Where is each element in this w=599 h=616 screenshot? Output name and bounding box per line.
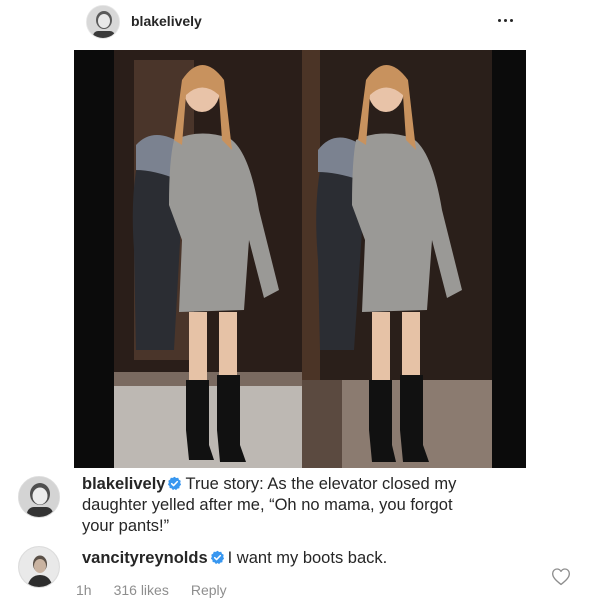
reply-button[interactable]: Reply — [191, 582, 227, 598]
caption-text: blakelively True story: As the elevator c… — [82, 474, 582, 537]
post-header: blakelively — [0, 0, 599, 46]
reply-username[interactable]: vancityreynolds — [82, 549, 208, 567]
reply-message: I want my boots back. — [227, 549, 388, 567]
reply-time: 1h — [76, 582, 92, 598]
caption-line-2: daughter yelled after me, “Oh no mama, y… — [82, 496, 453, 514]
heart-outline-icon[interactable] — [551, 567, 571, 586]
avatar[interactable] — [18, 546, 60, 588]
verified-badge-icon — [168, 476, 182, 491]
verified-badge-icon — [210, 550, 224, 565]
caption-username[interactable]: blakelively — [82, 475, 165, 493]
avatar[interactable] — [86, 5, 120, 39]
caption-comment: blakelively True story: As the elevator c… — [0, 470, 599, 535]
reply-text: vancityreynolds I want my boots back. — [82, 548, 522, 569]
more-horizontal-icon[interactable] — [494, 13, 516, 27]
reply-likes[interactable]: 316 likes — [114, 582, 169, 598]
photo-left-panel — [114, 50, 304, 468]
photo-right-panel — [302, 50, 492, 468]
avatar[interactable] — [18, 476, 60, 518]
reply-meta: 1h 316 likes Reply — [76, 582, 227, 598]
post-image[interactable] — [74, 50, 526, 468]
caption-line-3: your pants!” — [82, 517, 170, 535]
caption-line-1: True story: As the elevator closed my — [185, 475, 457, 493]
post-username[interactable]: blakelively — [131, 13, 202, 29]
